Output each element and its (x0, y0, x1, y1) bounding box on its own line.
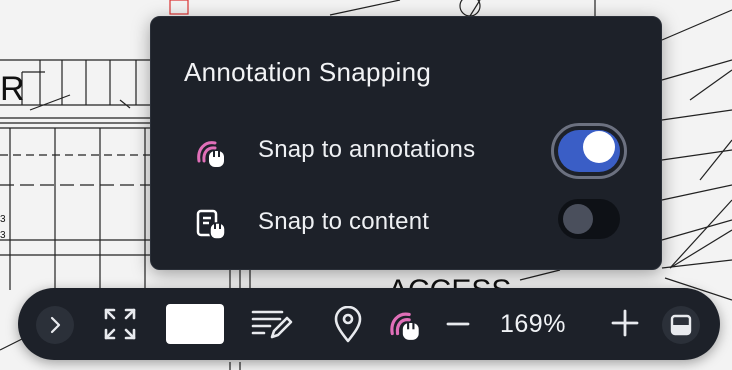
chevron-right-icon (50, 316, 61, 334)
lines-pencil-icon[interactable] (250, 306, 294, 342)
svg-text:3: 3 (0, 230, 6, 241)
snap-to-annotations-label: Snap to annotations (258, 136, 476, 163)
bottom-toolbar: 169% (18, 288, 720, 360)
toggle-knob (583, 131, 615, 163)
magnet-content-icon (196, 209, 226, 240)
drawing-label-left: R (0, 70, 25, 108)
annotation-snapping-popover: Annotation Snapping Snap to annotations … (150, 16, 662, 270)
fit-screen-icon[interactable] (102, 306, 138, 342)
snap-to-content-toggle[interactable] (558, 199, 620, 239)
location-pin-icon[interactable] (332, 306, 364, 344)
popover-title: Annotation Snapping (184, 57, 432, 87)
minus-icon[interactable] (444, 310, 472, 338)
zoom-level[interactable]: 169% (500, 310, 566, 339)
snap-to-content-label: Snap to content (258, 208, 430, 235)
svg-text:3: 3 (0, 214, 6, 225)
expand-toolbar-button[interactable] (36, 306, 74, 344)
panel-toggle-button[interactable] (662, 306, 700, 344)
magnet-annotation-icon (197, 141, 224, 167)
toggle-knob (563, 204, 593, 234)
magnet-annotation-icon[interactable] (388, 306, 424, 342)
plus-icon[interactable] (610, 308, 640, 338)
panel-toggle-icon (670, 314, 692, 336)
snap-to-annotations-toggle[interactable] (551, 123, 627, 179)
color-swatch-button[interactable] (166, 304, 224, 344)
